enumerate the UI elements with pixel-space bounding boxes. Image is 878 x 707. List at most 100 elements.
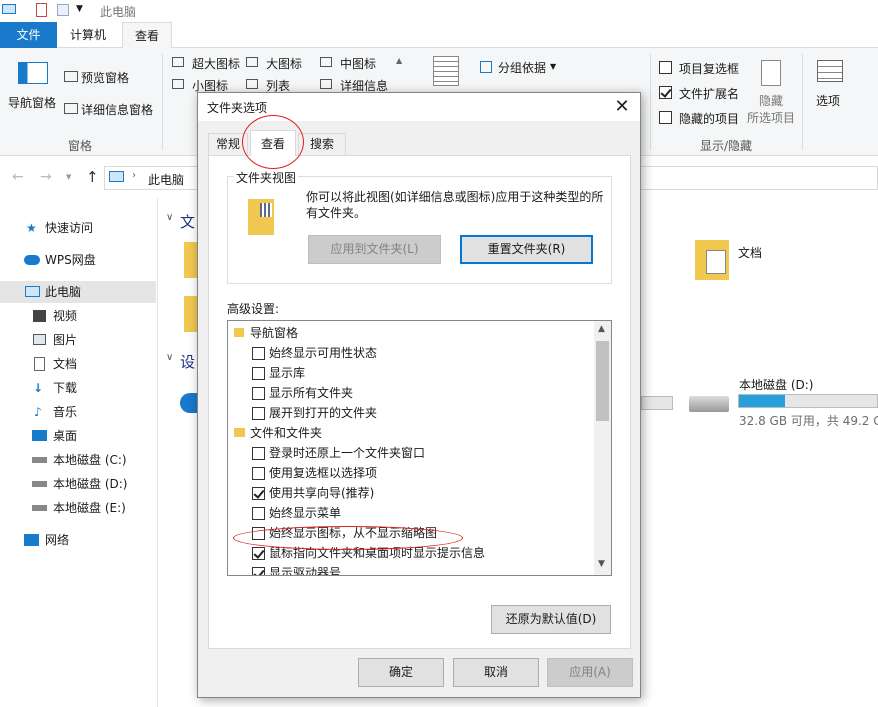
- hidden-items-toggle[interactable]: 隐藏的项目: [659, 110, 759, 128]
- setting-checkbox[interactable]: [252, 567, 265, 575]
- file-extensions-toggle[interactable]: 文件扩展名: [659, 85, 759, 103]
- drive-d-item[interactable]: 本地磁盘 (D:) 32.8 GB 可用，共 49.2 G: [685, 376, 878, 436]
- advanced-list-scrollbar[interactable]: ▲ ▼: [594, 321, 611, 575]
- preview-pane-button[interactable]: 预览窗格: [62, 68, 142, 86]
- apply-to-folders-button[interactable]: 应用到文件夹(L): [308, 235, 441, 264]
- nav-item-label: 桌面: [53, 429, 78, 443]
- drive-d-usage-bar: [738, 394, 878, 408]
- layout-medium-label: 中图标: [340, 57, 377, 71]
- breadcrumb-this-pc[interactable]: 此电脑: [148, 171, 184, 188]
- section-chevron-icon[interactable]: ∨: [166, 352, 173, 363]
- breadcrumb-chevron-icon: ›: [132, 170, 136, 181]
- setting-checkbox[interactable]: [252, 387, 265, 400]
- scroll-down-icon[interactable]: ▼: [598, 559, 605, 569]
- drive-d-space: 32.8 GB 可用，共 49.2 G: [739, 414, 878, 428]
- setting-checkbox[interactable]: [252, 447, 265, 460]
- drive-icon: [32, 457, 47, 463]
- up-icon[interactable]: ↑: [86, 168, 99, 186]
- nav-item-label: 快速访问: [45, 221, 94, 235]
- nav-item-documents[interactable]: 文档: [0, 353, 156, 375]
- nav-item-desktop[interactable]: 桌面: [0, 425, 156, 447]
- hidden-items-label: 隐藏的项目: [679, 112, 740, 126]
- options-button[interactable]: 选项: [808, 58, 854, 118]
- nav-item-downloads[interactable]: ↓ 下载: [0, 377, 156, 399]
- setting-checkbox[interactable]: [252, 487, 265, 500]
- forward-icon[interactable]: →: [40, 169, 52, 185]
- onedrive-icon[interactable]: [180, 393, 198, 413]
- folder-icon[interactable]: [184, 296, 198, 332]
- folder-icon[interactable]: [184, 242, 198, 278]
- nav-item-drive-d[interactable]: 本地磁盘 (D:): [0, 473, 156, 495]
- extra-large-icons-icon: [172, 57, 184, 67]
- layout-scroll-up-icon[interactable]: ▲: [396, 56, 402, 65]
- hidden-items-checkbox[interactable]: [659, 111, 672, 124]
- folder-options-dialog: 文件夹选项 ✕ 常规 查看 搜索 文件夹视图 你可以将此视图(如详细信息或图标)…: [197, 92, 641, 698]
- setting-label: 显示所有文件夹: [269, 386, 354, 400]
- chevron-down-icon: ▼: [550, 62, 557, 71]
- nav-item-pictures[interactable]: 图片: [0, 329, 156, 351]
- documents-folder-label: 文档: [738, 246, 763, 260]
- nav-pane-button[interactable]: 导航窗格: [6, 58, 60, 120]
- setting-checkbox[interactable]: [252, 507, 265, 520]
- restore-defaults-button[interactable]: 还原为默认值(D): [491, 605, 611, 634]
- cancel-button[interactable]: 取消: [453, 658, 539, 687]
- layout-extra-large-label: 超大图标: [192, 57, 241, 71]
- setting-label: 使用共享向导(推荐): [269, 486, 375, 500]
- setting-checkbox[interactable]: [252, 407, 265, 420]
- section-chevron-icon[interactable]: ∨: [166, 212, 173, 223]
- tab-search[interactable]: 搜索: [298, 133, 346, 155]
- item-checkboxes-checkbox[interactable]: [659, 61, 672, 74]
- setting-label: 始终显示菜单: [269, 506, 342, 520]
- setting-checkbox[interactable]: [252, 467, 265, 480]
- apply-button[interactable]: 应用(A): [547, 658, 633, 687]
- nav-item-drive-c[interactable]: 本地磁盘 (C:): [0, 449, 156, 471]
- documents-folder-item[interactable]: 文档: [690, 238, 800, 288]
- computer-icon: [2, 4, 16, 14]
- nav-item-network[interactable]: 网络: [0, 529, 156, 551]
- tree-folder-label: 导航窗格: [250, 326, 299, 340]
- setting-label: 显示驱动器号: [269, 566, 342, 576]
- nav-item-label: 本地磁盘 (D:): [53, 477, 128, 491]
- properties-icon[interactable]: [36, 3, 47, 17]
- quick-access-dropdown-icon[interactable]: ▼: [76, 4, 83, 14]
- reset-folders-button[interactable]: 重置文件夹(R): [460, 235, 593, 264]
- setting-checkbox[interactable]: [252, 347, 265, 360]
- nav-item-music[interactable]: ♪ 音乐: [0, 401, 156, 423]
- options-label: 选项: [816, 94, 841, 108]
- nav-item-videos[interactable]: 视频: [0, 305, 156, 327]
- drive-usage-bar: [641, 396, 673, 410]
- nav-item-label: 下载: [53, 381, 78, 395]
- new-folder-icon[interactable]: [57, 4, 69, 16]
- recent-locations-icon[interactable]: ▼: [66, 173, 71, 181]
- setting-checkbox[interactable]: [252, 547, 265, 560]
- ok-button[interactable]: 确定: [358, 658, 444, 687]
- scroll-up-icon[interactable]: ▲: [598, 324, 605, 334]
- back-icon[interactable]: ←: [12, 169, 24, 185]
- nav-item-quick-access[interactable]: ★ 快速访问: [0, 217, 156, 239]
- setting-checkbox[interactable]: [252, 367, 265, 380]
- nav-item-drive-e[interactable]: 本地磁盘 (E:): [0, 497, 156, 519]
- folder-views-group: 文件夹视图 你可以将此视图(如详细信息或图标)应用于这种类型的所有文件夹。 应用…: [227, 169, 612, 284]
- item-checkboxes-toggle[interactable]: 项目复选框: [659, 60, 759, 78]
- close-icon[interactable]: ✕: [610, 95, 634, 119]
- details-pane-button[interactable]: 详细信息窗格: [62, 100, 157, 118]
- devices-section-header[interactable]: 设: [180, 351, 195, 372]
- tab-view[interactable]: 查看: [122, 22, 172, 49]
- tab-file[interactable]: 文件: [0, 22, 57, 48]
- hide-selected-button[interactable]: 隐藏 所选项目: [745, 58, 797, 128]
- cloud-icon: [24, 255, 40, 265]
- sort-by-icon[interactable]: [433, 56, 459, 86]
- nav-item-label: 音乐: [53, 405, 78, 419]
- folders-section-header[interactable]: 文: [180, 211, 195, 232]
- tab-computer[interactable]: 计算机: [57, 22, 119, 48]
- annotation-ellipse: [233, 526, 463, 550]
- nav-item-this-pc[interactable]: 此电脑: [0, 281, 156, 303]
- item-checkboxes-label: 项目复选框: [679, 62, 740, 76]
- document-icon: [706, 250, 726, 274]
- medium-icons-icon: [320, 57, 332, 67]
- nav-item-wps-drive[interactable]: WPS网盘: [0, 249, 156, 271]
- scroll-thumb[interactable]: [596, 341, 609, 421]
- nav-item-label: 此电脑: [45, 285, 82, 299]
- file-extensions-checkbox[interactable]: [659, 86, 672, 99]
- desktop-icon: [32, 430, 47, 441]
